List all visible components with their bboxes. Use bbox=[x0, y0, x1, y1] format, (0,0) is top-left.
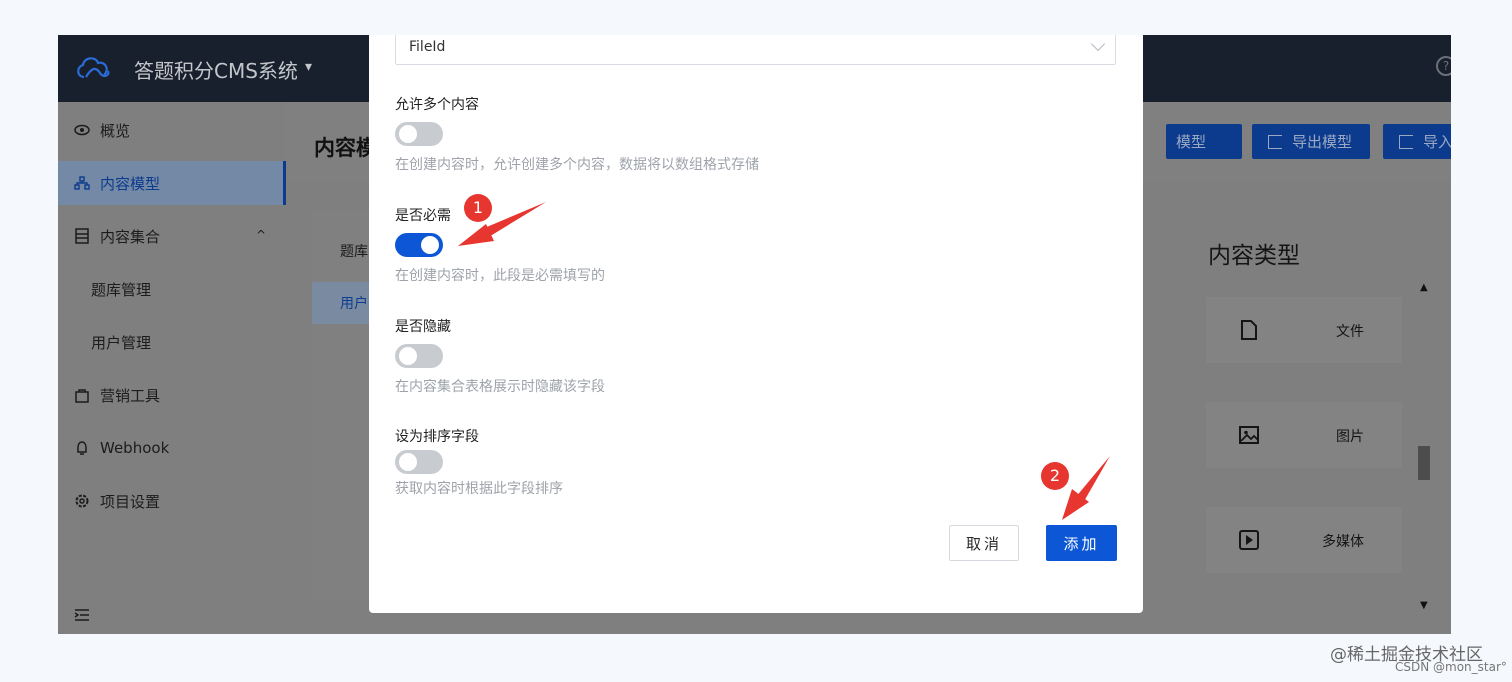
sidebar-item-label: 内容集合 bbox=[100, 227, 161, 246]
type-card-label: 多媒体 bbox=[1322, 534, 1364, 550]
image-icon bbox=[1239, 426, 1259, 444]
import-model-button[interactable]: 导入模型 bbox=[1383, 124, 1451, 159]
annotation-badge-2: 2 bbox=[1041, 462, 1069, 490]
required-switch[interactable] bbox=[395, 233, 443, 257]
hierarchy-icon bbox=[74, 176, 90, 190]
option-help: 在创建内容时，允许创建多个内容，数据将以数组格式存储 bbox=[395, 157, 759, 173]
sidebar-item-label: 概览 bbox=[100, 121, 131, 140]
content-types-panel: 内容类型 文件 图片 多媒体 ▲ ▼ bbox=[1188, 226, 1430, 626]
option-label: 是否必需 bbox=[395, 208, 451, 224]
file-icon bbox=[1241, 320, 1257, 340]
type-card-label: 文件 bbox=[1336, 324, 1364, 340]
sidebar-item-webhook[interactable]: Webhook bbox=[58, 426, 286, 470]
scroll-down-icon[interactable]: ▼ bbox=[1420, 600, 1428, 611]
help-icon[interactable]: ? bbox=[1436, 56, 1451, 76]
database-icon bbox=[75, 228, 89, 244]
chevron-down-icon bbox=[1090, 36, 1106, 52]
sidebar-item-label: 用户管理 bbox=[91, 333, 152, 352]
media-icon bbox=[1239, 530, 1259, 550]
sidebar-item-label: 题库管理 bbox=[91, 280, 152, 299]
eye-icon bbox=[74, 124, 90, 136]
switch-knob bbox=[399, 453, 417, 471]
sidebar-item-question-bank[interactable]: 题库管理 bbox=[58, 267, 286, 311]
bell-icon bbox=[77, 441, 87, 455]
cloud-logo-icon bbox=[77, 57, 110, 79]
sidebar: 概览 内容模型 内容集合 ^ 题库管理 用户管理 营销工具 Webhook 项目… bbox=[58, 102, 286, 634]
add-field-dialog: FileId 允许多个内容 在创建内容时，允许创建多个内容，数据将以数组格式存储… bbox=[369, 35, 1143, 613]
watermark-csdn: CSDN @mon_star° bbox=[1395, 660, 1507, 674]
option-help: 在内容集合表格展示时隐藏该字段 bbox=[395, 379, 605, 395]
sort-field-switch[interactable] bbox=[395, 450, 443, 474]
type-card-label: 图片 bbox=[1336, 429, 1364, 445]
type-card-file[interactable]: 文件 bbox=[1206, 297, 1402, 363]
field-select-value: FileId bbox=[409, 39, 446, 55]
hidden-switch[interactable] bbox=[395, 344, 443, 368]
content-types-title: 内容类型 bbox=[1208, 243, 1300, 269]
chevron-down-icon[interactable]: ▾ bbox=[305, 59, 312, 75]
add-button[interactable]: 添加 bbox=[1046, 525, 1117, 561]
sidebar-item-content-model[interactable]: 内容模型 bbox=[58, 161, 286, 205]
sidebar-item-user-management[interactable]: 用户管理 bbox=[58, 320, 286, 364]
type-card-media[interactable]: 多媒体 bbox=[1206, 507, 1402, 573]
allow-multiple-switch[interactable] bbox=[395, 122, 443, 146]
gear-icon bbox=[75, 494, 89, 508]
import-icon bbox=[1399, 134, 1413, 149]
page-title: 内容模 bbox=[314, 136, 377, 160]
menu-collapse-icon[interactable] bbox=[74, 607, 90, 623]
annotation-badge-1: 1 bbox=[464, 194, 492, 222]
sidebar-item-overview[interactable]: 概览 bbox=[58, 108, 286, 152]
chevron-up-icon[interactable]: ^ bbox=[256, 228, 266, 242]
export-icon bbox=[1268, 134, 1282, 149]
sidebar-item-label: 项目设置 bbox=[100, 492, 161, 511]
export-model-button[interactable]: 导出模型 bbox=[1252, 124, 1370, 159]
type-card-image[interactable]: 图片 bbox=[1206, 402, 1402, 468]
option-help: 获取内容时根据此字段排序 bbox=[395, 481, 563, 497]
sidebar-item-label: 内容模型 bbox=[100, 174, 161, 193]
app-title[interactable]: 答题积分CMS系统 bbox=[134, 55, 298, 84]
sidebar-item-label: Webhook bbox=[100, 439, 170, 457]
option-label: 是否隐藏 bbox=[395, 319, 451, 335]
sidebar-item-project-settings[interactable]: 项目设置 bbox=[58, 479, 286, 523]
switch-knob bbox=[399, 347, 417, 365]
option-label: 允许多个内容 bbox=[395, 97, 479, 113]
sidebar-item-marketing-tools[interactable]: 营销工具 bbox=[58, 373, 286, 417]
sidebar-item-content-collection[interactable]: 内容集合 ^ bbox=[58, 214, 286, 258]
shopping-bag-icon bbox=[75, 389, 89, 403]
sidebar-item-label: 营销工具 bbox=[100, 386, 161, 405]
switch-knob bbox=[399, 125, 417, 143]
create-model-button[interactable]: 模型 bbox=[1166, 124, 1242, 159]
scroll-up-icon[interactable]: ▲ bbox=[1420, 282, 1428, 293]
scrollbar-thumb[interactable] bbox=[1418, 446, 1430, 480]
option-label: 设为排序字段 bbox=[395, 429, 479, 445]
field-select[interactable]: FileId bbox=[395, 35, 1116, 65]
option-help: 在创建内容时，此段是必需填写的 bbox=[395, 268, 605, 284]
cancel-button[interactable]: 取消 bbox=[949, 525, 1019, 561]
switch-knob bbox=[421, 236, 439, 254]
